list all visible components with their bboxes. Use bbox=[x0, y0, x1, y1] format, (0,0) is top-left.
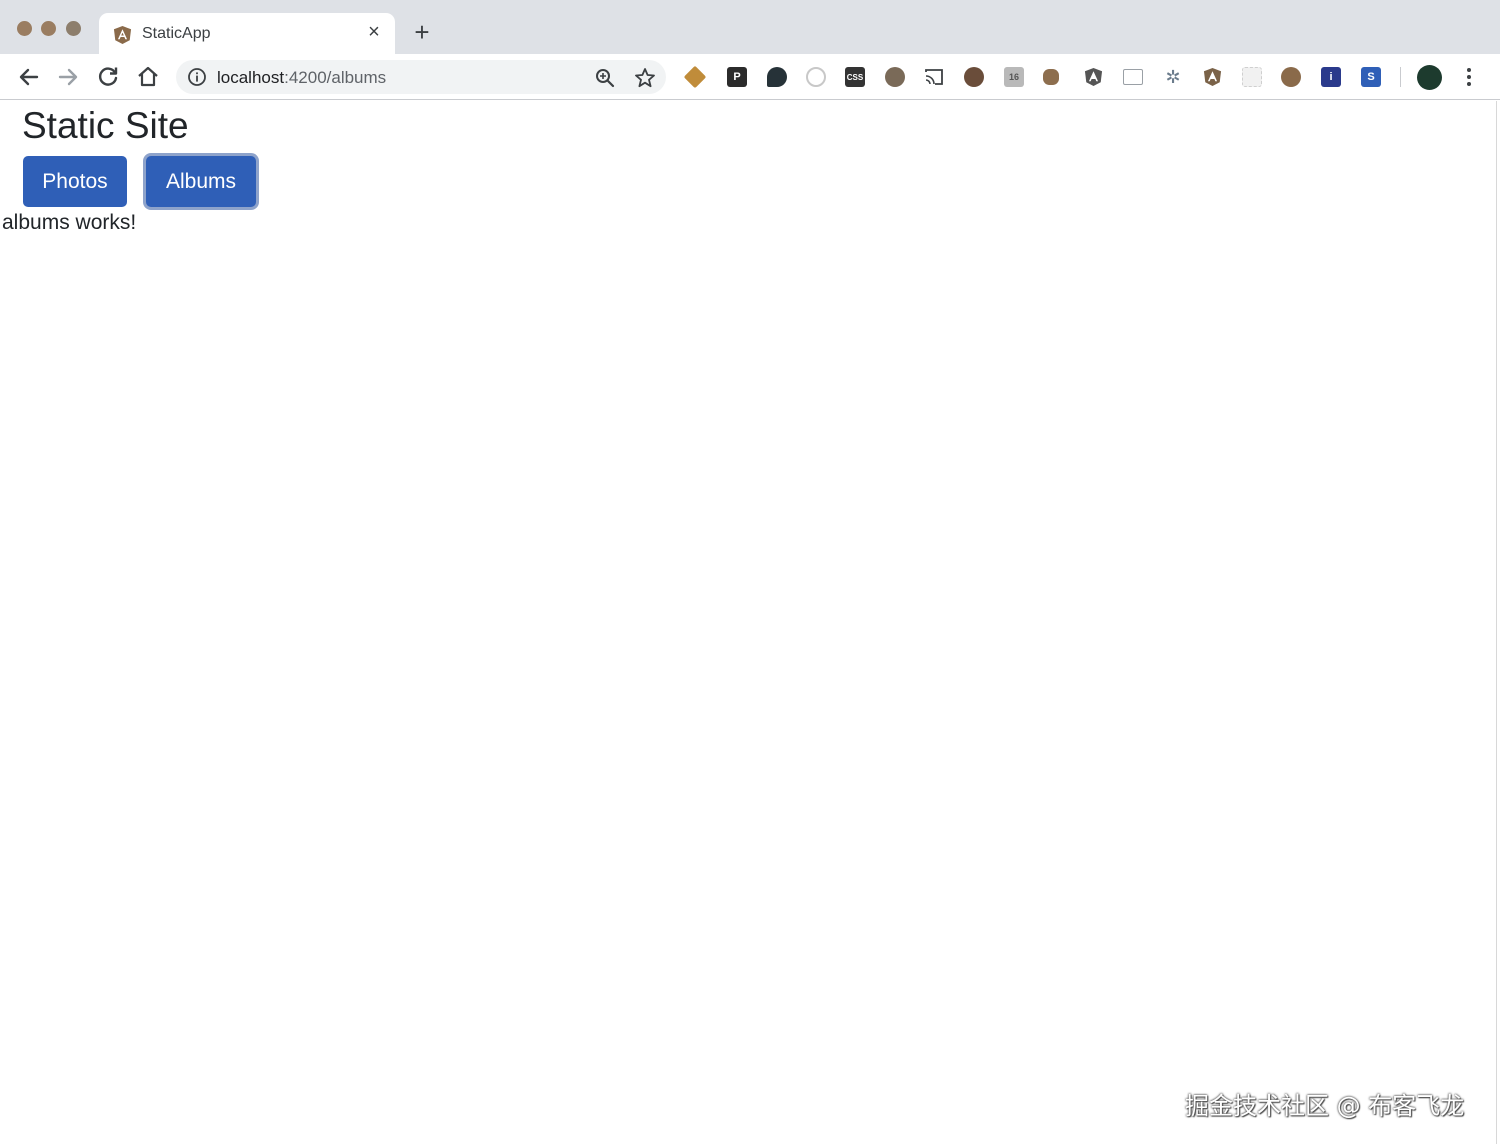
bookmark-star-icon[interactable] bbox=[633, 66, 657, 90]
window-close-button[interactable] bbox=[17, 21, 32, 36]
extension-p-icon[interactable]: P bbox=[727, 67, 747, 87]
address-url[interactable]: localhost:4200/albums bbox=[217, 68, 386, 88]
toolbar-divider bbox=[1400, 67, 1401, 87]
browser-menu-icon[interactable] bbox=[1458, 65, 1480, 89]
extension-shield-icon[interactable] bbox=[885, 67, 905, 87]
zoom-icon[interactable] bbox=[594, 67, 616, 89]
address-host: localhost bbox=[217, 68, 285, 87]
window-right-edge bbox=[1496, 101, 1500, 1144]
extension-window-icon[interactable] bbox=[1123, 69, 1143, 85]
albums-button[interactable]: Albums bbox=[146, 156, 256, 207]
tab-strip: StaticApp × + bbox=[0, 0, 1500, 54]
albums-content-text: albums works! bbox=[2, 211, 137, 234]
extension-globe-icon[interactable] bbox=[964, 67, 984, 87]
tab-close-icon[interactable]: × bbox=[363, 21, 385, 43]
extension-puzzle-icon[interactable] bbox=[1043, 69, 1059, 85]
extension-grid-icon[interactable] bbox=[1242, 67, 1262, 87]
extension-info-icon[interactable]: i bbox=[1321, 67, 1341, 87]
extension-image-icon[interactable]: 16 bbox=[1004, 67, 1024, 87]
profile-avatar[interactable] bbox=[1417, 65, 1442, 90]
browser-tab[interactable]: StaticApp × bbox=[99, 13, 395, 54]
extension-clock-icon[interactable] bbox=[806, 67, 826, 87]
extension-balloon-icon[interactable] bbox=[767, 67, 787, 87]
home-icon[interactable] bbox=[135, 64, 161, 90]
browser-toolbar: localhost:4200/albums P CSS 16 ✲ i S bbox=[0, 54, 1500, 100]
watermark: 掘金技术社区 @ 布客飞龙 bbox=[1185, 1092, 1465, 1120]
address-bar[interactable]: localhost:4200/albums bbox=[176, 60, 666, 94]
forward-icon[interactable] bbox=[55, 64, 81, 90]
back-icon[interactable] bbox=[16, 64, 42, 90]
page-title: Static Site bbox=[22, 105, 189, 146]
window-maximize-button[interactable] bbox=[66, 21, 81, 36]
page-viewport: Static Site Photos Albums albums works! bbox=[0, 101, 1496, 1144]
extension-s-icon[interactable]: S bbox=[1361, 67, 1381, 87]
address-path: :4200/albums bbox=[284, 68, 387, 87]
extension-compass-icon[interactable] bbox=[683, 65, 707, 89]
extension-gear-icon[interactable]: ✲ bbox=[1163, 67, 1183, 87]
photos-button[interactable]: Photos bbox=[23, 156, 127, 207]
new-tab-button[interactable]: + bbox=[410, 19, 434, 45]
extension-css-icon[interactable]: CSS bbox=[845, 67, 865, 87]
tab-title: StaticApp bbox=[142, 25, 211, 42]
extension-angular-alt-icon[interactable] bbox=[1202, 67, 1222, 87]
extension-angular-icon[interactable] bbox=[1083, 67, 1103, 87]
extension-firefox-icon[interactable] bbox=[1281, 67, 1301, 87]
reload-icon[interactable] bbox=[95, 64, 121, 90]
site-info-icon[interactable] bbox=[187, 67, 207, 87]
window-minimize-button[interactable] bbox=[41, 21, 56, 36]
angular-icon bbox=[113, 25, 132, 45]
extension-cast-icon[interactable] bbox=[924, 67, 944, 87]
